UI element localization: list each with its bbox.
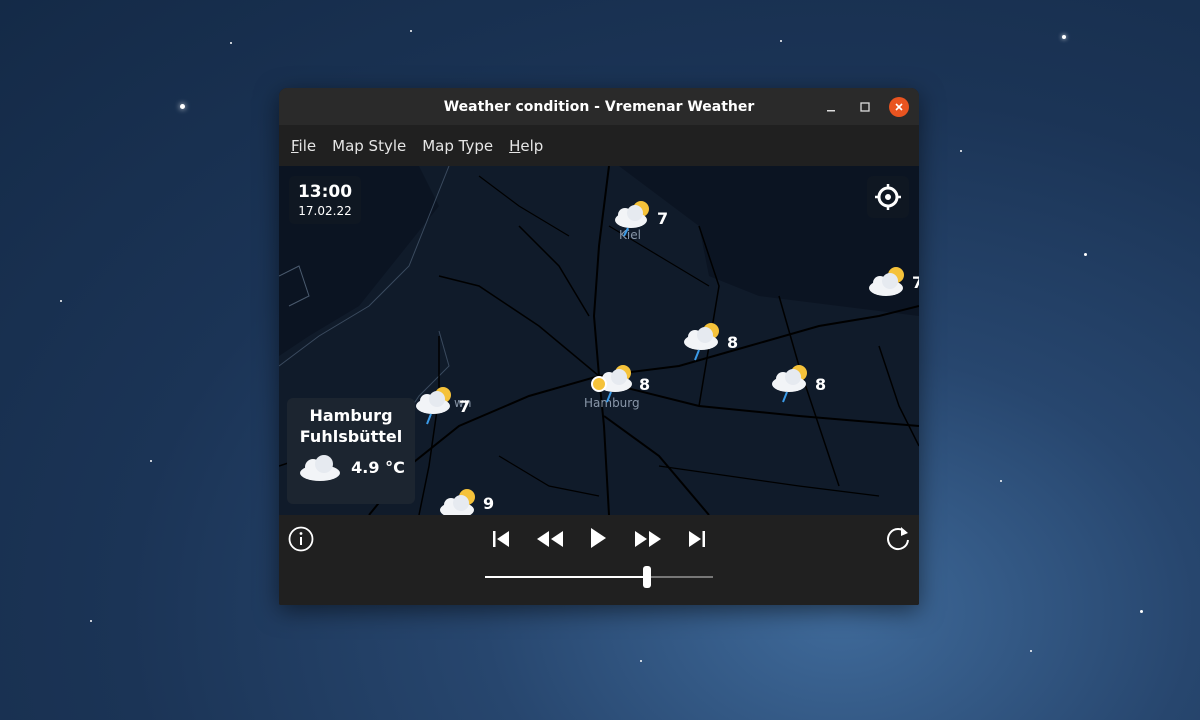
station-name-line1: Hamburg xyxy=(309,406,393,425)
window-title: Weather condition - Vremenar Weather xyxy=(443,98,755,115)
skip-last-button[interactable] xyxy=(685,527,709,551)
title-bar[interactable]: Weather condition - Vremenar Weather xyxy=(279,88,919,125)
weather-map[interactable]: Kiel Hamburg wn 13:00 17.02.22 7 7 8 8 8… xyxy=(279,166,919,515)
menu-bar: File Map Style Map Type Help xyxy=(279,125,919,166)
marker-temp: 8 xyxy=(639,374,651,394)
marker-temp: 8 xyxy=(815,374,827,394)
marker-temp: 7 xyxy=(657,208,669,228)
partly-cloudy-rain-icon xyxy=(684,323,719,361)
time-display: 13:00 17.02.22 xyxy=(289,176,361,224)
fast-forward-button[interactable] xyxy=(631,527,665,551)
menu-map-type[interactable]: Map Type xyxy=(414,137,501,155)
playback-controls xyxy=(279,515,919,605)
app-window: Weather condition - Vremenar Weather Fil… xyxy=(279,88,919,605)
current-time: 13:00 xyxy=(297,182,353,202)
timeline-slider[interactable] xyxy=(485,566,713,588)
skip-first-button[interactable] xyxy=(489,527,513,551)
weather-marker-hamburg[interactable]: 8 xyxy=(591,364,650,404)
weather-marker-east[interactable]: 7 xyxy=(864,266,919,298)
menu-file-label: ile xyxy=(298,136,317,155)
weather-marker-lubeck[interactable]: 8 xyxy=(679,322,738,362)
partly-cloudy-icon xyxy=(440,489,475,515)
menu-help-mnemonic: H xyxy=(509,136,521,155)
partly-cloudy-rain-icon xyxy=(591,365,632,403)
menu-file[interactable]: File xyxy=(283,137,324,155)
skip-last-icon xyxy=(689,531,705,547)
crosshair-icon xyxy=(875,184,901,210)
info-button[interactable] xyxy=(287,525,315,553)
weather-marker-southeast[interactable]: 8 xyxy=(767,364,826,404)
marker-temp: 9 xyxy=(483,493,495,513)
weather-marker-south[interactable]: 9 xyxy=(435,488,494,515)
timeline-slider-handle[interactable] xyxy=(642,566,651,588)
partly-cloudy-rain-icon xyxy=(416,387,451,425)
partly-cloudy-rain-icon xyxy=(772,365,807,403)
cloudy-icon xyxy=(300,455,341,481)
info-icon xyxy=(288,526,314,552)
skip-first-icon xyxy=(493,531,509,547)
menu-help-label: elp xyxy=(520,136,544,155)
fast-forward-icon xyxy=(635,531,661,547)
weather-marker-west[interactable]: 7 xyxy=(411,386,470,426)
maximize-icon[interactable] xyxy=(855,97,875,117)
close-icon[interactable] xyxy=(889,97,909,117)
minimize-icon[interactable] xyxy=(821,97,841,117)
rewind-button[interactable] xyxy=(533,527,567,551)
station-temperature: 4.9 °C xyxy=(351,457,405,477)
locate-button[interactable] xyxy=(867,176,909,218)
current-date: 17.02.22 xyxy=(298,204,352,218)
play-icon xyxy=(591,528,606,548)
refresh-icon xyxy=(887,527,909,551)
play-button[interactable] xyxy=(585,525,611,551)
menu-map-style[interactable]: Map Style xyxy=(324,137,414,155)
partly-cloudy-rain-icon xyxy=(615,201,649,236)
station-name-line2: Fuhlsbüttel xyxy=(299,427,403,446)
refresh-button[interactable] xyxy=(883,523,913,553)
menu-file-mnemonic: F xyxy=(291,136,299,155)
marker-temp: 7 xyxy=(912,272,919,292)
timeline-slider-fill xyxy=(485,576,647,578)
marker-temp: 8 xyxy=(727,332,739,352)
weather-marker-kiel[interactable]: 7 xyxy=(609,200,668,236)
marker-temp: 7 xyxy=(459,396,471,416)
menu-help[interactable]: Help xyxy=(501,137,551,155)
station-info-card[interactable]: Hamburg Fuhlsbüttel 4.9 °C xyxy=(287,398,415,504)
partly-cloudy-icon xyxy=(869,267,904,296)
rewind-icon xyxy=(537,531,563,547)
